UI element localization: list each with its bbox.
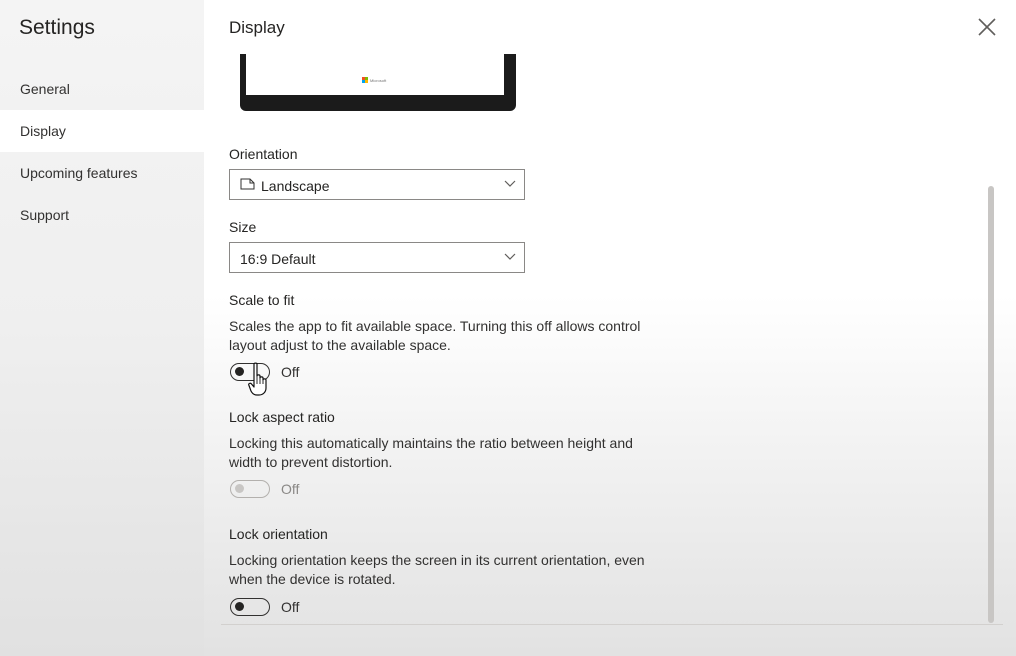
page-title: Display: [229, 18, 285, 37]
device-preview: Microsoft: [240, 54, 516, 111]
close-icon: [978, 18, 996, 36]
scale-to-fit-state: Off: [281, 364, 300, 380]
lock-orientation-toggle[interactable]: [230, 598, 270, 616]
divider: [221, 624, 1003, 625]
size-label: Size: [229, 219, 257, 235]
microsoft-logo: Microsoft: [362, 77, 386, 83]
lock-orientation-description: Locking orientation keeps the screen in …: [229, 552, 645, 587]
sidebar-title: Settings: [19, 16, 95, 39]
vertical-scrollbar[interactable]: [988, 186, 994, 623]
lock-orientation-label: Lock orientation: [229, 526, 328, 542]
lock-aspect-ratio-state: Off: [281, 481, 300, 497]
size-value: 16:9 Default: [240, 251, 316, 267]
logo-text: Microsoft: [370, 77, 387, 83]
chevron-down-icon: [504, 253, 516, 260]
toggle-knob: [235, 367, 244, 376]
display-panel: Display Microsoft Orientation Landscape …: [204, 0, 1016, 656]
sidebar-item-upcoming-features[interactable]: Upcoming features: [0, 152, 204, 194]
lock-aspect-ratio-toggle[interactable]: [230, 480, 270, 498]
sidebar-nav: General Display Upcoming features Suppor…: [0, 68, 204, 236]
sidebar-item-display[interactable]: Display: [0, 110, 204, 152]
toggle-knob: [235, 484, 244, 493]
lock-orientation-state: Off: [281, 599, 300, 615]
sidebar-item-general[interactable]: General: [0, 68, 204, 110]
page-landscape-icon: [240, 178, 255, 190]
toggle-knob: [235, 602, 244, 611]
chevron-down-icon: [504, 180, 516, 187]
orientation-dropdown[interactable]: Landscape: [229, 169, 525, 200]
lock-aspect-ratio-label: Lock aspect ratio: [229, 409, 335, 425]
scale-to-fit-description: Scales the app to fit available space. T…: [229, 318, 641, 353]
orientation-value: Landscape: [261, 178, 330, 194]
lock-aspect-ratio-description: Locking this automatically maintains the…: [229, 435, 633, 470]
size-dropdown[interactable]: 16:9 Default: [229, 242, 525, 273]
preview-screen: Microsoft: [246, 54, 504, 95]
close-button[interactable]: [976, 16, 998, 38]
scale-to-fit-label: Scale to fit: [229, 292, 295, 308]
hand-pointer-icon: [248, 362, 267, 396]
orientation-label: Orientation: [229, 146, 298, 162]
settings-sidebar: Settings General Display Upcoming featur…: [0, 0, 204, 656]
sidebar-item-support[interactable]: Support: [0, 194, 204, 236]
